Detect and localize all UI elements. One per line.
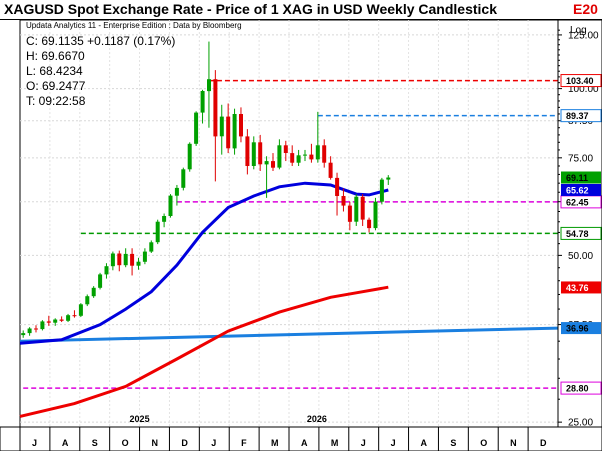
candle-body (136, 261, 141, 266)
level-label: 103.40 (566, 76, 594, 86)
candle-body (53, 319, 58, 323)
candle-body (168, 195, 173, 216)
candle-body (283, 145, 288, 153)
candle-body (59, 319, 64, 321)
candle-body (226, 116, 231, 149)
high-value: H: 69.6670 (26, 49, 85, 63)
candle-body (149, 242, 154, 252)
candle-body (66, 315, 71, 321)
candle-body (187, 143, 192, 170)
x-month-label: M (271, 438, 279, 448)
candle-body (85, 296, 90, 305)
candle-body (181, 169, 186, 188)
candle-body (219, 116, 224, 137)
candle-body (347, 205, 352, 222)
x-month-label: O (122, 438, 129, 448)
x-month-label: N (152, 438, 159, 448)
x-month-label: M (331, 438, 339, 448)
candle-body (78, 304, 83, 316)
candle-body (34, 328, 38, 330)
candle-body (155, 221, 160, 243)
chart-window: Log25.0037.5050.0062.5075.0087.50100.001… (0, 0, 602, 451)
level-label: 62.45 (566, 197, 589, 207)
price-info-box: Updata Analytics 11 - Enterprise Edition… (26, 21, 242, 109)
candle-body (258, 142, 263, 165)
candle-body (290, 153, 295, 163)
candle-body (373, 201, 378, 229)
candle-body (174, 187, 179, 196)
candle-body (40, 321, 45, 330)
price-label: 65.62 (566, 185, 589, 195)
candle-body (110, 253, 115, 267)
candle-body (91, 287, 96, 297)
x-month-label: J (361, 438, 366, 448)
x-month-label: D (181, 438, 188, 448)
y-tick-label: 125.00 (568, 30, 599, 41)
data-source: Updata Analytics 11 - Enterprise Edition… (26, 21, 242, 30)
candle-body (335, 177, 340, 196)
candle-body (72, 315, 77, 317)
x-month-label: A (301, 438, 308, 448)
x-month-label: A (421, 438, 428, 448)
x-month-label: J (32, 438, 37, 448)
x-month-label: S (450, 438, 456, 448)
candle-body (354, 196, 359, 222)
level-label: 28.80 (566, 384, 589, 394)
x-month-label: D (540, 438, 547, 448)
candle-body (162, 216, 167, 222)
candle-body (46, 321, 51, 323)
candle-body (98, 274, 103, 288)
candle-body (251, 142, 256, 166)
price-label: 36.96 (566, 324, 589, 334)
x-month-label: N (510, 438, 516, 448)
candle-body (322, 145, 327, 163)
x-year-label: 2025 (130, 414, 150, 424)
open-value: O: 69.2477 (26, 79, 86, 93)
candle-body (271, 161, 275, 168)
candle-body (309, 154, 314, 160)
x-month-label: F (241, 438, 247, 448)
time-value: T: 09:22:58 (26, 94, 86, 108)
y-tick-label: 75.00 (568, 153, 593, 164)
x-year-label: 2026 (307, 414, 327, 424)
candle-body (245, 136, 250, 166)
candle-body (277, 145, 282, 168)
x-month-label: S (92, 438, 98, 448)
candle-body (341, 196, 346, 206)
candle-body (303, 154, 307, 156)
price-label: 69.11 (566, 173, 588, 183)
candle-body (328, 162, 333, 178)
close-value: C: 69.1135 +0.1187 (0.17%) (26, 34, 176, 48)
candle-body (194, 112, 199, 144)
candle-body (123, 253, 128, 266)
candle-body (104, 266, 109, 275)
candle-body (117, 253, 122, 266)
candle-body (315, 145, 320, 160)
candle-body (142, 251, 147, 262)
candle-body (232, 114, 237, 149)
level-label: 54.78 (566, 229, 589, 239)
candle-body (296, 155, 301, 163)
x-month-label: J (211, 438, 216, 448)
chart-title: XAGUSD Spot Exchange Rate - Price of 1 X… (4, 1, 497, 17)
candle-body (21, 333, 26, 336)
level-label: 89.37 (566, 111, 589, 121)
candle-body (130, 253, 135, 266)
candle-body (386, 177, 391, 180)
candle-body (27, 328, 32, 334)
candle-body (379, 179, 384, 202)
candle-body (264, 161, 269, 165)
x-month-label: J (391, 438, 396, 448)
candle-body (360, 196, 365, 220)
low-value: L: 68.4234 (26, 64, 83, 78)
candle-body (367, 219, 372, 229)
candle-body (239, 114, 243, 137)
price-label: 43.76 (566, 283, 589, 293)
title-bar: XAGUSD Spot Exchange Rate - Price of 1 X… (0, 0, 602, 20)
x-month-label: O (480, 438, 487, 448)
y-tick-label: 50.00 (568, 251, 593, 262)
x-month-label: A (62, 438, 69, 448)
moving-average-label: E20 (573, 1, 598, 17)
